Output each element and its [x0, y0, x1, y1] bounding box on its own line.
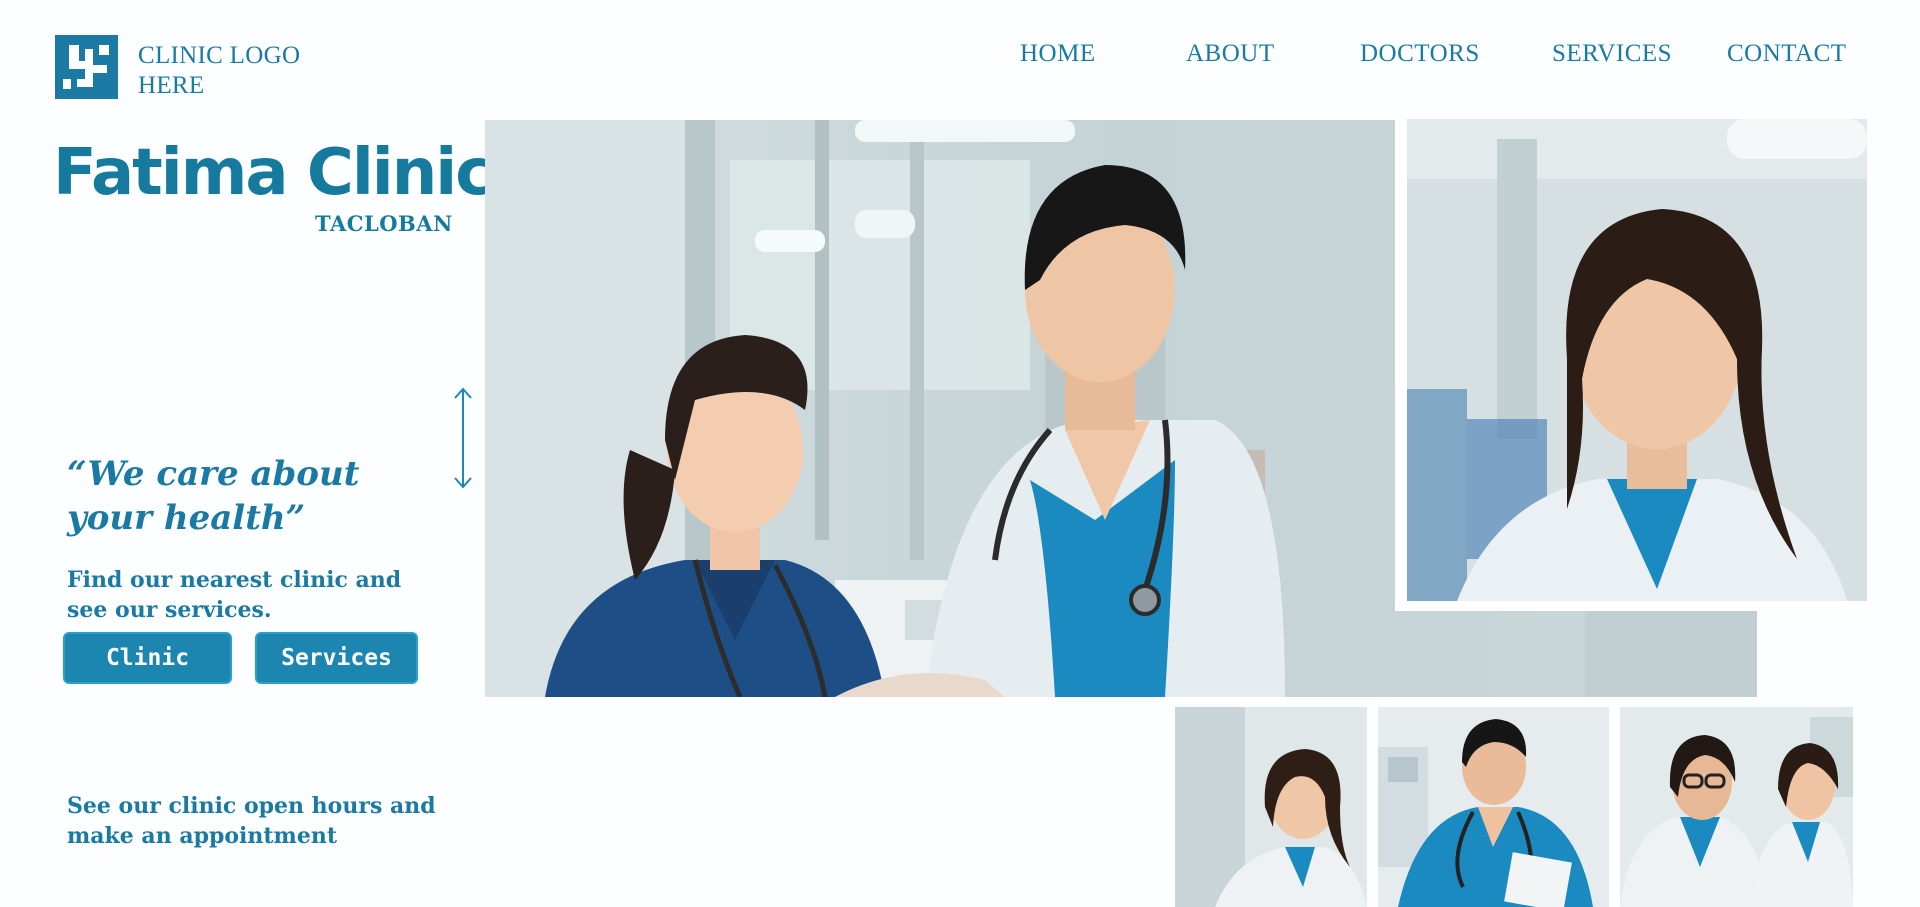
nav-contact[interactable]: CONTACT: [1727, 40, 1847, 68]
clinic-button[interactable]: Clinic: [63, 632, 232, 684]
photo-female-doctor: [1395, 119, 1867, 611]
nav-about[interactable]: ABOUT: [1186, 40, 1275, 68]
services-button[interactable]: Services: [255, 632, 418, 684]
intro-text: Find our nearest clinic and see our serv…: [67, 567, 402, 623]
thumbnail-photo-3: [1620, 707, 1853, 907]
nav-doctors[interactable]: DOCTORS: [1360, 40, 1480, 68]
nav-services[interactable]: SERVICES: [1552, 40, 1672, 68]
tagline: “We care about your health”: [67, 454, 360, 538]
brand-location: TACLOBAN: [315, 211, 453, 236]
thumbnail-photo-2: [1378, 707, 1609, 907]
appointment-text: See our clinic open hours and make an ap…: [67, 793, 436, 849]
nav-home[interactable]: HOME: [1020, 40, 1096, 68]
brand-title: Fatima Clinic: [53, 136, 493, 210]
logo-text: CLINIC LOGO HERE: [138, 42, 301, 99]
page: CLINIC LOGO HERE HOME ABOUT DOCTORS SERV…: [0, 0, 1920, 907]
vertical-resize-arrow-icon: [452, 386, 474, 490]
clinic-logo-icon[interactable]: [55, 35, 118, 99]
thumbnail-photo-1: [1175, 707, 1367, 907]
